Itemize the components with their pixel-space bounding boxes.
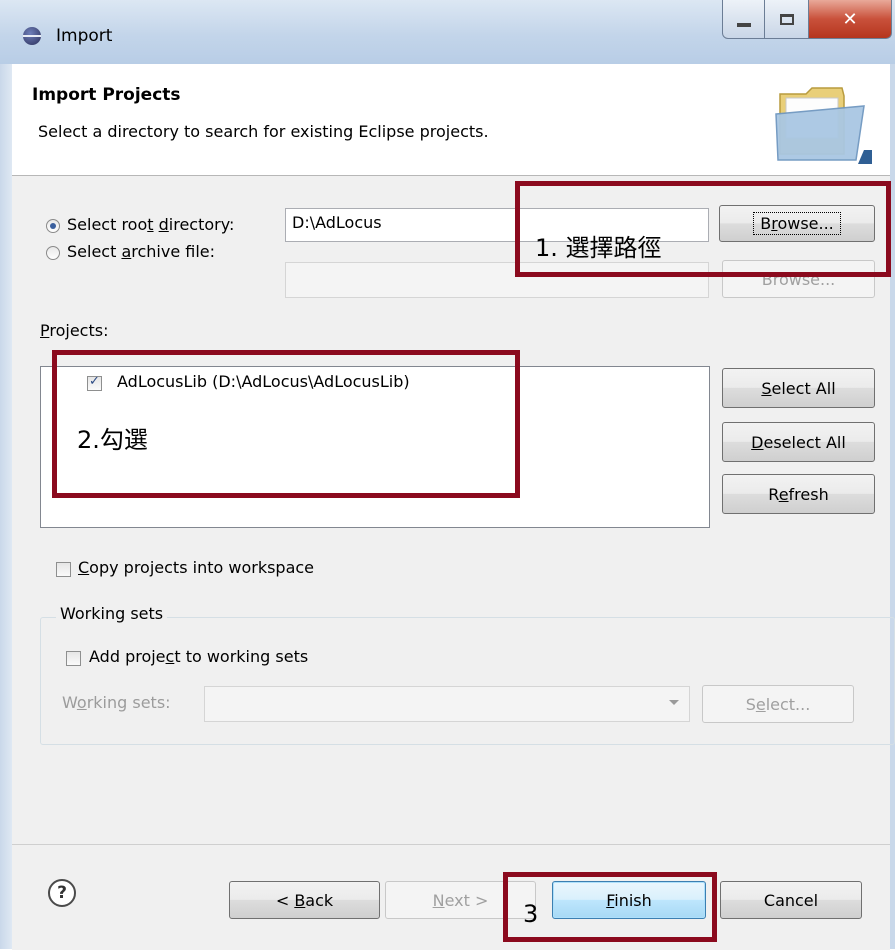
refresh-button[interactable]: Refresh <box>722 474 875 514</box>
select-all-label: Select All <box>761 378 836 398</box>
maximize-icon <box>780 13 794 25</box>
working-sets-combo[interactable] <box>204 686 690 722</box>
close-icon: ✕ <box>842 8 858 30</box>
select-archive-file-radio[interactable] <box>46 246 60 260</box>
wizard-banner <box>12 64 890 176</box>
select-working-sets-button[interactable]: Select... <box>702 685 854 723</box>
next-label: Next > <box>432 890 489 910</box>
window-title: Import <box>56 26 113 46</box>
back-label: < Back <box>275 890 334 910</box>
copy-projects-label: Copy projects into workspace <box>78 558 315 577</box>
eclipse-app-icon <box>23 27 41 45</box>
page-description: Select a directory to search for existin… <box>38 122 489 141</box>
add-to-working-sets-label: Add project to working sets <box>89 647 309 666</box>
annotation-step1-text: 1. 選擇路徑 <box>535 234 662 262</box>
working-sets-group <box>40 617 895 745</box>
select-all-button[interactable]: Select All <box>722 368 875 408</box>
select-root-directory-label: Select root directory: <box>67 215 235 234</box>
annotation-step3-text: 3 <box>523 900 539 928</box>
deselect-all-label: Deselect All <box>751 432 846 452</box>
projects-label: Projects: <box>40 321 109 340</box>
copy-projects-checkbox[interactable] <box>56 562 71 577</box>
help-icon[interactable]: ? <box>48 879 76 907</box>
working-sets-group-title: Working sets <box>56 604 168 623</box>
root-directory-value: D:\AdLocus <box>292 213 382 232</box>
open-folder-icon <box>775 87 872 164</box>
select-root-directory-radio[interactable] <box>46 219 60 233</box>
close-button[interactable]: ✕ <box>808 0 892 39</box>
help-glyph: ? <box>57 883 67 903</box>
maximize-button[interactable] <box>764 0 810 39</box>
cancel-label: Cancel <box>763 890 819 910</box>
page-title: Import Projects <box>32 85 181 105</box>
refresh-label: Refresh <box>768 484 829 504</box>
chevron-down-icon <box>669 700 679 705</box>
select-working-sets-label: Select... <box>745 694 811 714</box>
cancel-button[interactable]: Cancel <box>720 881 862 919</box>
back-button[interactable]: < Back <box>229 881 380 919</box>
deselect-all-button[interactable]: Deselect All <box>722 422 875 462</box>
working-sets-field-label: Working sets: <box>62 693 171 712</box>
minimize-button[interactable] <box>722 0 766 39</box>
minimize-icon <box>737 23 751 27</box>
annotation-step2-text: 2.勾選 <box>77 426 148 454</box>
window-left-border <box>0 64 12 949</box>
add-to-working-sets-checkbox[interactable] <box>66 651 81 666</box>
select-archive-file-label: Select archive file: <box>67 242 216 261</box>
